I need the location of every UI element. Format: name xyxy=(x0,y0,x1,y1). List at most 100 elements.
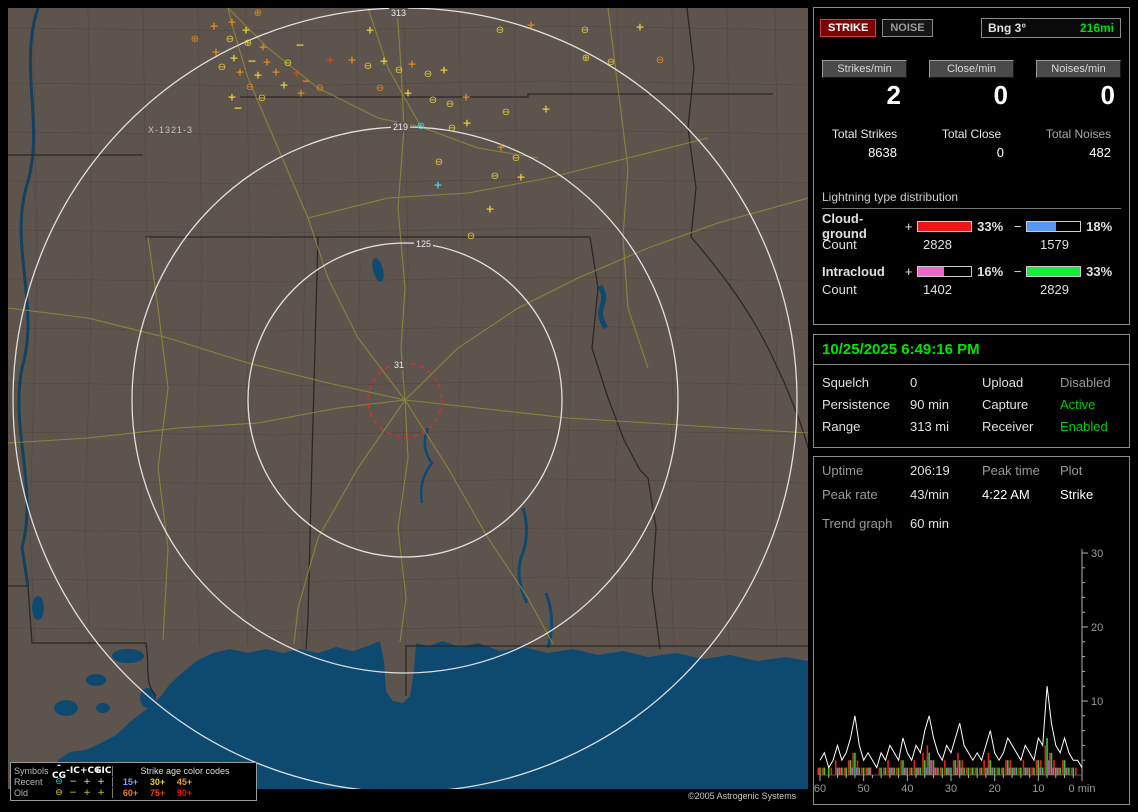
cg-positive-bar xyxy=(917,220,973,232)
range-value: 313 mi xyxy=(910,419,950,434)
stats-panel: STRIKE NOISE Bng 3° 216mi Strikes/min Cl… xyxy=(813,7,1130,325)
cg-positive-count: 2828 xyxy=(923,236,952,252)
current-datetime: 10/25/2025 6:49:16 PM xyxy=(814,335,1129,365)
squelch-value: 0 xyxy=(910,375,918,390)
svg-text:20: 20 xyxy=(989,783,1001,795)
receiver-label: Receiver xyxy=(982,419,1034,434)
svg-text:20: 20 xyxy=(1091,622,1103,634)
legend-age-code: 45+ xyxy=(176,776,193,787)
total-noises-value: 482 xyxy=(1089,145,1111,160)
minus-sign: − xyxy=(1013,263,1022,279)
trend-panel: Uptime 206:19 Peak time Plot Peak rate 4… xyxy=(813,456,1130,805)
strike-button[interactable]: STRIKE xyxy=(820,19,877,37)
legend-symbol-icon: − xyxy=(69,776,77,787)
trend-graph-label: Trend graph xyxy=(822,516,893,531)
svg-text:10: 10 xyxy=(1091,696,1103,708)
legend-divider xyxy=(112,776,113,787)
last-strike-bearing: Bng 3° 216mi xyxy=(981,18,1121,38)
lightning-map[interactable]: ⊕ + + + ⊖ ⊕ + + + − + ⊖ + + + ⊖ + − + ⊖ + ⊖ + ⊖ − + ⊖ + ⊖ + ⊖ + ⊖ + ⊖ ⊖ + ⊕ + ⊖… xyxy=(8,8,808,789)
intracloud-row: Intracloud + 16% − 33% xyxy=(822,262,1121,280)
legend-symbol-icon: ⊖ xyxy=(55,776,63,787)
total-strikes-value: 8638 xyxy=(868,145,897,160)
legend-symbol-icon: + xyxy=(83,776,91,787)
bearing-distance: 216mi xyxy=(1079,21,1114,35)
intracloud-label: Intracloud xyxy=(822,263,885,279)
strikes-per-min-value: 2 xyxy=(886,80,901,110)
plus-sign: + xyxy=(904,263,913,279)
cloud-ground-row: Cloud-ground + 33% − 18% xyxy=(822,211,1121,241)
receiver-status: Enabled xyxy=(1060,419,1108,434)
legend-old-row: Old ⊖ − + +60+ 75+ 90+ xyxy=(14,787,253,798)
ic-positive-pct: 16% xyxy=(977,263,1004,279)
legend-age-code: 30+ xyxy=(149,776,166,787)
count-label: Count xyxy=(822,236,857,252)
distribution-title: Lightning type distribution xyxy=(822,190,1121,209)
cg-positive-pct: 33% xyxy=(977,218,1004,234)
svg-text:50: 50 xyxy=(858,783,870,795)
cg-negative-count: 1579 xyxy=(1040,236,1069,252)
trend-graph-window: 60 min xyxy=(910,516,950,531)
legend-header-row: Symbols -CG -IC +CG +IC Strike age color… xyxy=(14,761,253,781)
ic-positive-count: 1402 xyxy=(923,281,952,297)
close-per-min-button[interactable]: Close/min xyxy=(929,60,1014,78)
legend-symbol-icon: + xyxy=(83,787,91,798)
range-ring-label: 31 xyxy=(392,360,407,370)
map-legend: Symbols -CG -IC +CG +IC Strike age color… xyxy=(10,761,257,801)
peak-rate-label: Peak rate xyxy=(822,487,878,502)
trend-graph: 10 20 30 60 50 40 30 20 10 0 min xyxy=(814,548,1103,795)
plot-mode-value: Strike xyxy=(1060,487,1094,502)
peak-time-label: Peak time xyxy=(982,463,1040,478)
range-ring-label: 125 xyxy=(414,239,434,249)
cg-negative-bar xyxy=(1026,220,1082,232)
squelch-label: Squelch xyxy=(822,375,869,390)
noise-button[interactable]: NOISE xyxy=(882,19,933,37)
legend-symbol-icon: + xyxy=(97,776,105,787)
total-strikes-label: Total Strikes xyxy=(831,127,898,141)
lightning-type-distribution: Lightning type distribution Cloud-ground… xyxy=(822,190,1121,298)
total-noises-label: Total Noises xyxy=(1045,127,1112,141)
copyright-text: ©2005 Astrogenic Systems xyxy=(688,791,797,801)
legend-divider xyxy=(112,765,113,776)
svg-text:60: 60 xyxy=(814,783,826,795)
svg-text:40: 40 xyxy=(901,783,913,795)
legend-symbols-title: Symbols xyxy=(14,765,49,776)
app-window: ⊕ + + + ⊖ ⊕ + + + − + ⊖ + + + ⊖ + − + ⊖ + ⊖ + ⊖ − + ⊖ + ⊖ + ⊖ + ⊖ + ⊖ ⊖ + ⊕ + ⊖… xyxy=(0,0,1138,812)
upload-label: Upload xyxy=(982,375,1024,390)
total-close-label: Total Close xyxy=(941,127,1002,141)
legend-header-nic: -IC xyxy=(66,765,80,776)
legend-age-code: 90+ xyxy=(176,787,193,798)
cg-negative-pct: 18% xyxy=(1086,218,1113,234)
legend-age-code: 75+ xyxy=(149,787,166,798)
peak-time-value: 4:22 AM xyxy=(982,487,1030,502)
upload-status: Disabled xyxy=(1060,375,1111,390)
bearing-label: Bng 3° xyxy=(988,21,1027,35)
minus-sign: − xyxy=(1013,218,1022,234)
ic-negative-count: 2829 xyxy=(1040,281,1069,297)
noises-per-min-value: 0 xyxy=(1100,80,1115,110)
capture-status: Active xyxy=(1060,397,1096,412)
noises-per-min-button[interactable]: Noises/min xyxy=(1036,60,1121,78)
ic-positive-bar xyxy=(917,265,973,277)
persistence-value: 90 min xyxy=(910,397,950,412)
svg-text:30: 30 xyxy=(1091,548,1103,560)
legend-recent-row: Recent ⊖ − + +15+ 30+ 45+ xyxy=(14,776,253,787)
range-ring-label: 313 xyxy=(389,8,409,18)
peak-rate-value: 43/min xyxy=(910,487,950,502)
legend-age-title: Strike age color codes xyxy=(140,765,230,776)
legend-divider xyxy=(112,787,113,798)
close-per-min-value: 0 xyxy=(993,80,1008,110)
legend-symbol-icon: − xyxy=(69,787,77,798)
range-ring-label: 219 xyxy=(391,122,411,132)
legend-symbol-icon: ⊖ xyxy=(55,787,63,798)
cloud-ground-count-row: Count 2828 1579 xyxy=(822,235,1121,253)
svg-text:10: 10 xyxy=(1032,783,1044,795)
svg-text:0 min: 0 min xyxy=(1069,783,1096,795)
count-label: Count xyxy=(822,281,857,297)
uptime-label: Uptime xyxy=(822,463,864,478)
total-close-value: 0 xyxy=(996,145,1004,160)
ic-negative-bar xyxy=(1026,265,1082,277)
persistence-label: Persistence xyxy=(822,397,890,412)
plus-sign: + xyxy=(904,218,913,234)
strikes-per-min-button[interactable]: Strikes/min xyxy=(822,60,907,78)
range-label: Range xyxy=(822,419,861,434)
